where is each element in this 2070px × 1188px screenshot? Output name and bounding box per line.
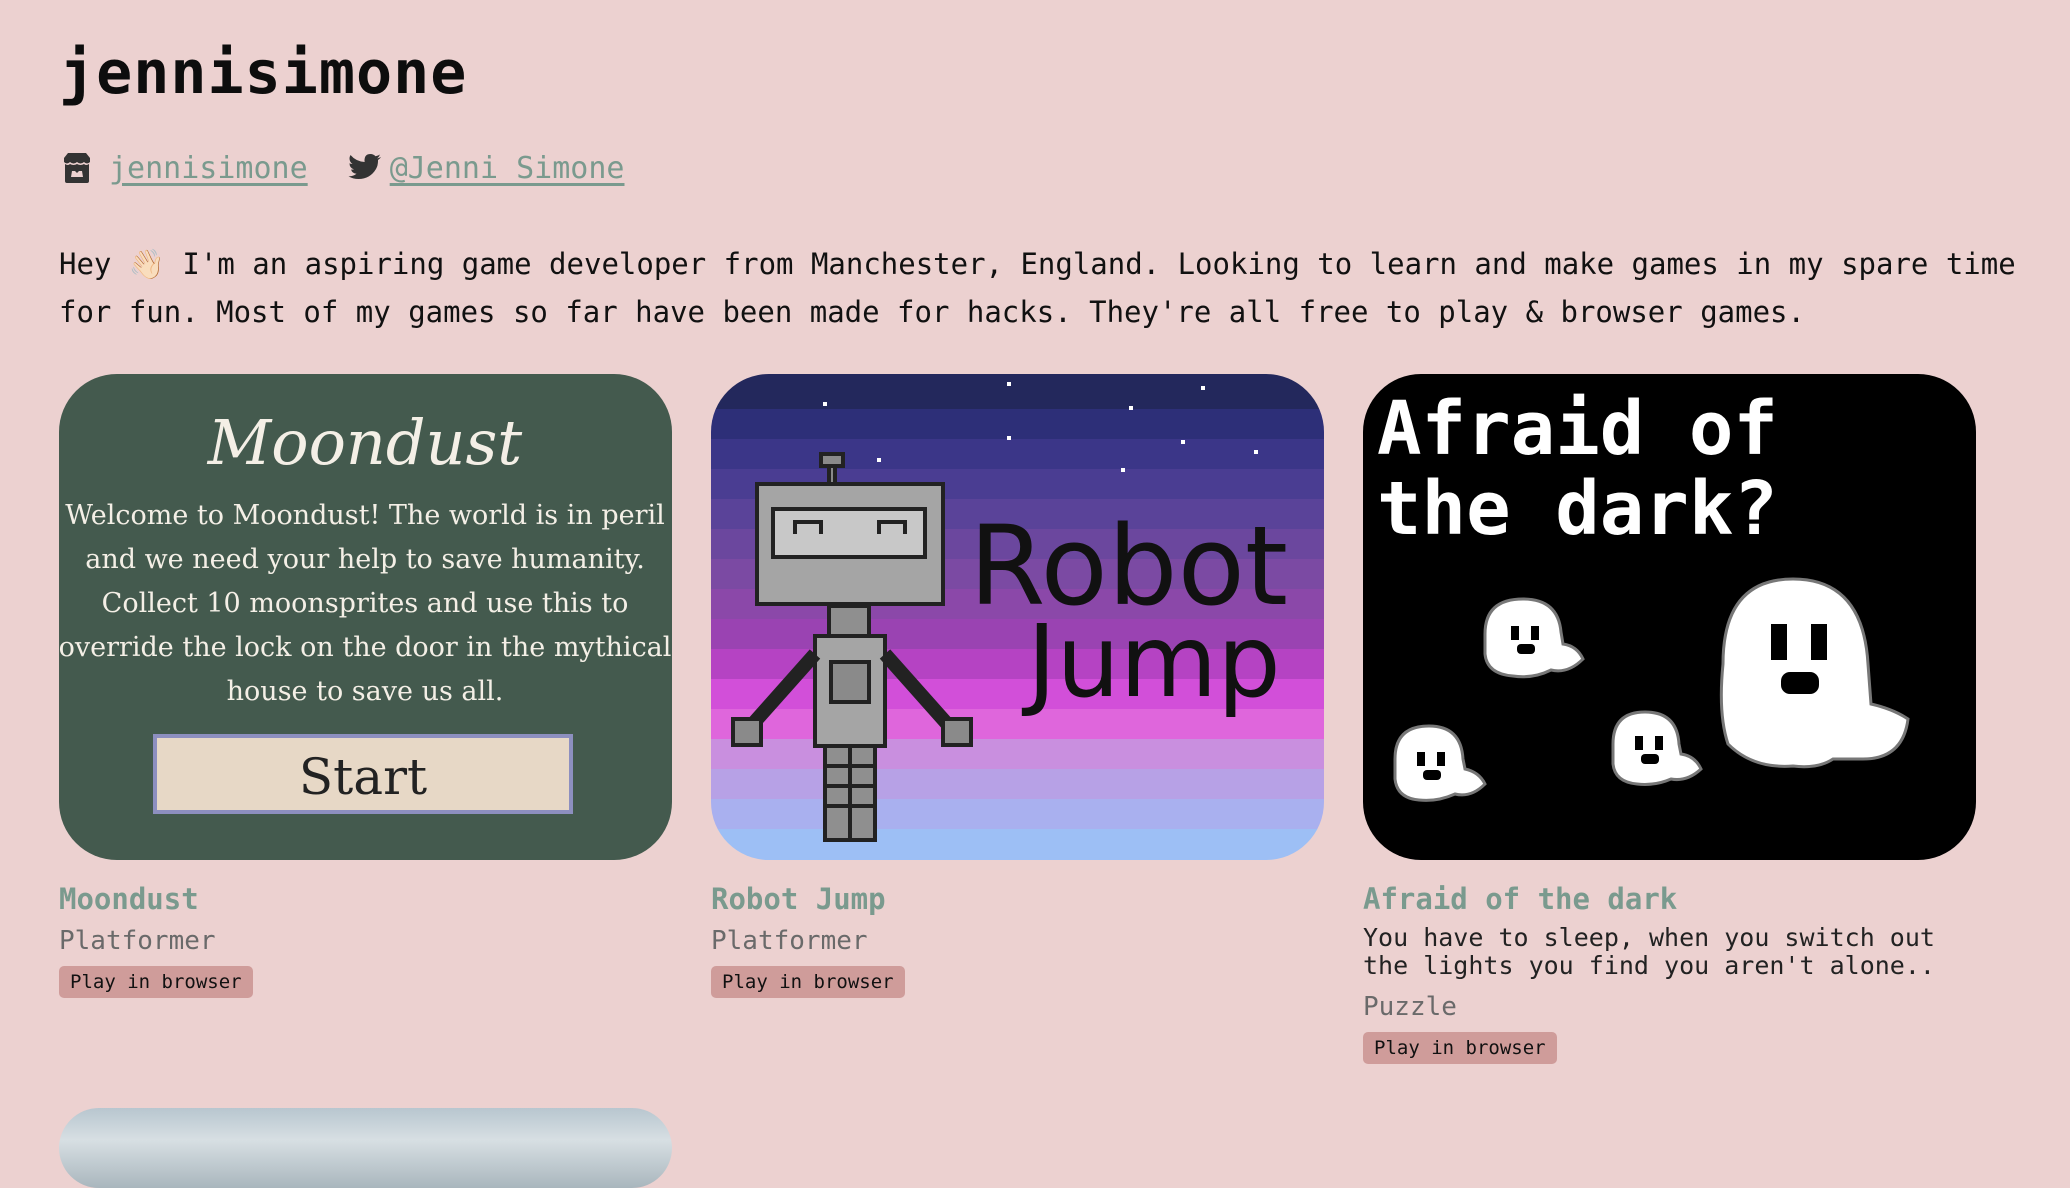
wave-emoji-icon: 👋🏻 (128, 247, 165, 281)
itch-profile-link[interactable]: jennisimone (109, 151, 308, 186)
twitter-profile-link[interactable]: @Jenni_Simone (390, 151, 625, 186)
profile-links: jennisimone @Jenni_Simone (59, 150, 625, 186)
thumb-text-line: override the lock on the door in the myt… (59, 632, 671, 663)
thumb-text-line: house to save us all. (227, 676, 504, 707)
page-title: jennisimone (59, 38, 468, 108)
play-in-browser-badge[interactable]: Play in browser (1363, 1032, 1557, 1064)
game-card: Afraid of the dark? Afraid of the dark Y… (1363, 374, 1976, 1064)
play-in-browser-badge[interactable]: Play in browser (711, 966, 905, 998)
afraid-thumb-line1: Afraid of (1377, 386, 1778, 472)
game-card: Moondust Welcome to Moondust! The world … (59, 374, 672, 998)
robot-jump-thumb-line2: Jump (1021, 603, 1281, 720)
thumb-text-line: Welcome to Moondust! The world is in per… (65, 500, 665, 531)
play-in-browser-badge[interactable]: Play in browser (59, 966, 253, 998)
bio-text: Hey 👋🏻 I'm an aspiring game developer fr… (59, 247, 2034, 329)
game-description: You have to sleep, when you switch out t… (1363, 923, 1935, 980)
moondust-start-label: Start (299, 748, 427, 806)
moondust-thumb-heading: Moondust (207, 406, 523, 479)
game-thumbnail-robot-jump[interactable]: Robot Jump (711, 374, 1324, 860)
game-thumbnail-next[interactable] (59, 1108, 672, 1188)
game-thumbnail-moondust[interactable]: Moondust Welcome to Moondust! The world … (59, 374, 672, 860)
game-genre: Platformer (711, 926, 868, 956)
itch-io-icon (59, 150, 95, 186)
game-genre: Puzzle (1363, 992, 1457, 1022)
game-title[interactable]: Moondust (59, 882, 199, 916)
thumb-text-line: Collect 10 moonsprites and use this to (102, 588, 629, 619)
game-genre: Platformer (59, 926, 216, 956)
afraid-thumb-line2: the dark? (1377, 466, 1778, 552)
game-title[interactable]: Robot Jump (711, 882, 886, 916)
twitter-bird-icon (348, 153, 382, 183)
game-title[interactable]: Afraid of the dark (1363, 882, 1677, 916)
game-thumbnail-afraid-of-the-dark[interactable]: Afraid of the dark? (1363, 374, 1976, 860)
game-card: Robot Jump Robot Jump Platformer Play in… (711, 374, 1324, 998)
thumb-text-line: and we need your help to save humanity. (85, 544, 645, 575)
